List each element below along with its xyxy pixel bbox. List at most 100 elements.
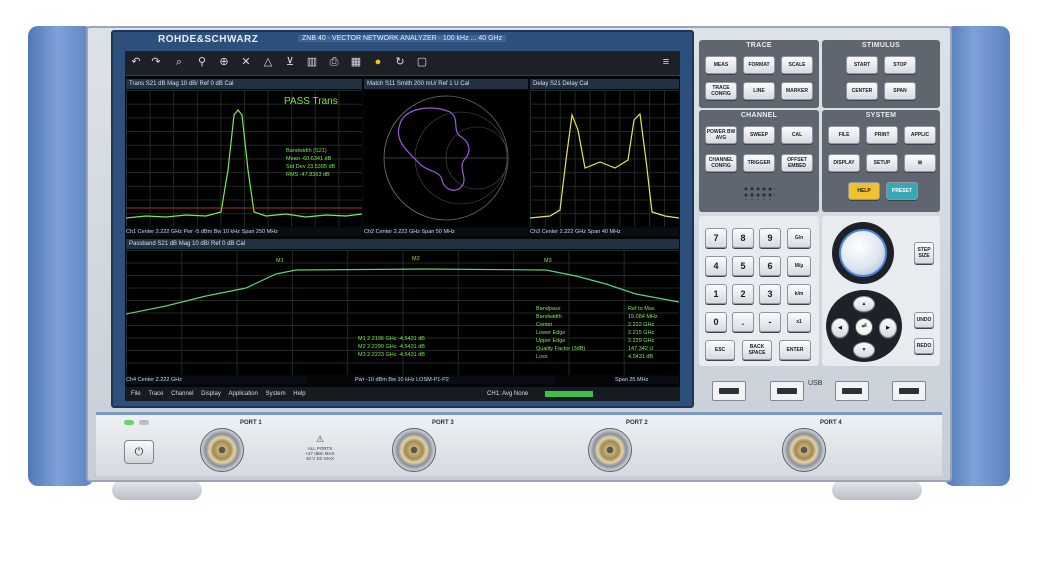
key-1[interactable]: 1 bbox=[705, 284, 727, 304]
setup-key[interactable]: SETUP bbox=[866, 154, 898, 172]
span-key[interactable]: SPAN bbox=[884, 82, 916, 100]
step-size-key[interactable]: STEP SIZE bbox=[914, 242, 934, 264]
preset-key[interactable]: PRESET bbox=[886, 182, 918, 200]
display-key[interactable]: DISPLAY bbox=[828, 154, 860, 172]
trace2-header[interactable]: Match S11 Smith 200 mU/ Ref 1 U Cal bbox=[364, 79, 528, 89]
sweep-key[interactable]: SWEEP bbox=[743, 126, 775, 144]
menu-file[interactable]: File bbox=[131, 391, 141, 397]
key-7[interactable]: 7 bbox=[705, 228, 727, 248]
usb-port-2[interactable] bbox=[770, 381, 804, 401]
undo-key[interactable]: UNDO bbox=[914, 312, 934, 328]
usb-port-3[interactable] bbox=[835, 381, 869, 401]
menu-application[interactable]: Application bbox=[229, 391, 258, 397]
file-key[interactable]: FILE bbox=[828, 126, 860, 144]
menu-system[interactable]: System bbox=[266, 391, 286, 397]
trace4-header[interactable]: Passband S21 dB Mag 10 dB/ Ref 0 dB Cal bbox=[126, 239, 679, 249]
key-minus[interactable]: - bbox=[759, 312, 781, 332]
refresh-icon[interactable]: ↻ bbox=[393, 55, 407, 69]
menu-channel[interactable]: Channel bbox=[171, 391, 193, 397]
key-kilo[interactable]: k/m bbox=[787, 284, 811, 304]
stimulus-panel-title: STIMULUS bbox=[861, 42, 901, 49]
menu-display[interactable]: Display bbox=[201, 391, 221, 397]
marker-icon[interactable]: ⊕ bbox=[217, 55, 231, 69]
enter-key[interactable]: ENTER bbox=[779, 340, 811, 360]
key-x1[interactable]: x1 bbox=[787, 312, 811, 332]
help-icon[interactable]: ● bbox=[371, 55, 385, 69]
esc-key[interactable]: ESC bbox=[705, 340, 735, 360]
port1-connector[interactable] bbox=[200, 428, 244, 472]
trace1-plot[interactable]: PASS Trans Bandwidth (S21) Mean -60.6341… bbox=[126, 90, 362, 227]
standby-led bbox=[124, 420, 134, 425]
key-2[interactable]: 2 bbox=[732, 284, 754, 304]
zoom-icon[interactable]: ⌕ bbox=[172, 55, 186, 69]
peak-icon[interactable]: △ bbox=[261, 55, 275, 69]
marker-m1[interactable]: M1 bbox=[276, 258, 284, 264]
key-4[interactable]: 4 bbox=[705, 256, 727, 276]
trace2-smith-chart[interactable] bbox=[364, 90, 528, 227]
format-key[interactable]: FORMAT bbox=[743, 56, 775, 74]
menu-help[interactable]: Help bbox=[293, 391, 305, 397]
applic-key[interactable]: APPLIC bbox=[904, 126, 936, 144]
marker-m3[interactable]: M3 bbox=[544, 258, 552, 264]
model-label: ZNB 40 · VECTOR NETWORK ANALYZER · 100 k… bbox=[298, 35, 507, 42]
stop-key[interactable]: STOP bbox=[884, 56, 916, 74]
arrow-up-icon[interactable]: ▲ bbox=[853, 296, 875, 312]
offset-embed-key[interactable]: OFFSET EMBED bbox=[781, 154, 813, 172]
trace3-plot[interactable] bbox=[530, 90, 679, 227]
zoom-out-icon[interactable]: ⚲ bbox=[195, 55, 209, 69]
port3-connector[interactable] bbox=[392, 428, 436, 472]
undo-icon[interactable]: ↶ bbox=[129, 55, 143, 69]
ok-button[interactable]: ⏎ bbox=[855, 318, 873, 336]
key-mega[interactable]: M/µ bbox=[787, 256, 811, 276]
trace3-header[interactable]: Delay S21 Delay Cal bbox=[530, 79, 679, 89]
rotary-knob[interactable] bbox=[839, 229, 887, 277]
channel-config-key[interactable]: CHANNEL CONFIG bbox=[705, 154, 737, 172]
key-dot[interactable]: . bbox=[732, 312, 754, 332]
print-key[interactable]: PRINT bbox=[866, 126, 898, 144]
trace4-footer-mid: Pwr -10 dBm Bw 10 kHz LOSM-P1-P2 bbox=[355, 376, 555, 384]
port4-connector[interactable] bbox=[782, 428, 826, 472]
key-5[interactable]: 5 bbox=[732, 256, 754, 276]
power-bw-avg-key[interactable]: POWER BW AVG bbox=[705, 126, 737, 144]
redo-key[interactable]: REDO bbox=[914, 338, 934, 354]
display-icon[interactable]: ▢ bbox=[415, 55, 429, 69]
meas-key[interactable]: MEAS bbox=[705, 56, 737, 74]
windows-key[interactable]: ⊞ bbox=[904, 154, 936, 172]
port2-connector[interactable] bbox=[588, 428, 632, 472]
trace-config-key[interactable]: TRACE CONFIG bbox=[705, 82, 737, 100]
usb-port-4[interactable] bbox=[892, 381, 926, 401]
trace1-header[interactable]: Trans S21 dB Mag 10 dB/ Ref 0 dB Cal bbox=[126, 79, 362, 89]
backspace-key[interactable]: BACK SPACE bbox=[742, 340, 772, 360]
menu-trace[interactable]: Trace bbox=[148, 391, 163, 397]
marker-m2[interactable]: M2 bbox=[412, 256, 420, 262]
line-key[interactable]: LINE bbox=[743, 82, 775, 100]
key-giga[interactable]: G/n bbox=[787, 228, 811, 248]
key-3[interactable]: 3 bbox=[759, 284, 781, 304]
fit-icon[interactable]: ✕ bbox=[239, 55, 253, 69]
power-button[interactable]: ⏻ bbox=[124, 440, 154, 464]
scale-key[interactable]: SCALE bbox=[781, 56, 813, 74]
windows-icon[interactable]: ▦ bbox=[349, 55, 363, 69]
arrow-left-icon[interactable]: ◀ bbox=[831, 318, 849, 338]
help-key[interactable]: HELP bbox=[848, 182, 880, 200]
trash-icon[interactable]: ▥ bbox=[305, 55, 319, 69]
key-9[interactable]: 9 bbox=[759, 228, 781, 248]
stat-line: Std Dev 23.5395 dB bbox=[286, 164, 336, 170]
trace4-plot[interactable]: M1 M2 M3 M1 2.2196 GHz -4.5431 dB M2 2.2… bbox=[126, 250, 679, 375]
arrow-down-icon[interactable]: ▼ bbox=[853, 342, 875, 358]
start-key[interactable]: START bbox=[846, 56, 878, 74]
center-key[interactable]: CENTER bbox=[846, 82, 878, 100]
arrow-right-icon[interactable]: ▶ bbox=[879, 318, 897, 338]
cal-key[interactable]: CAL bbox=[781, 126, 813, 144]
marker-key[interactable]: MARKER bbox=[781, 82, 813, 100]
key-6[interactable]: 6 bbox=[759, 256, 781, 276]
delta-icon[interactable]: ⊻ bbox=[283, 55, 297, 69]
redo-icon[interactable]: ↷ bbox=[149, 55, 163, 69]
usb-port-1[interactable] bbox=[712, 381, 746, 401]
touch-screen[interactable]: ↶ ↷ ⌕ ⚲ ⊕ ✕ △ ⊻ ▥ ⎙ ▦ ● ↻ ▢ ≡ Trans S21 … bbox=[125, 51, 680, 401]
print-icon[interactable]: ⎙ bbox=[327, 55, 341, 69]
key-0[interactable]: 0 bbox=[705, 312, 727, 332]
key-8[interactable]: 8 bbox=[732, 228, 754, 248]
trigger-key[interactable]: TRIGGER bbox=[743, 154, 775, 172]
menu-icon[interactable]: ≡ bbox=[659, 55, 673, 69]
